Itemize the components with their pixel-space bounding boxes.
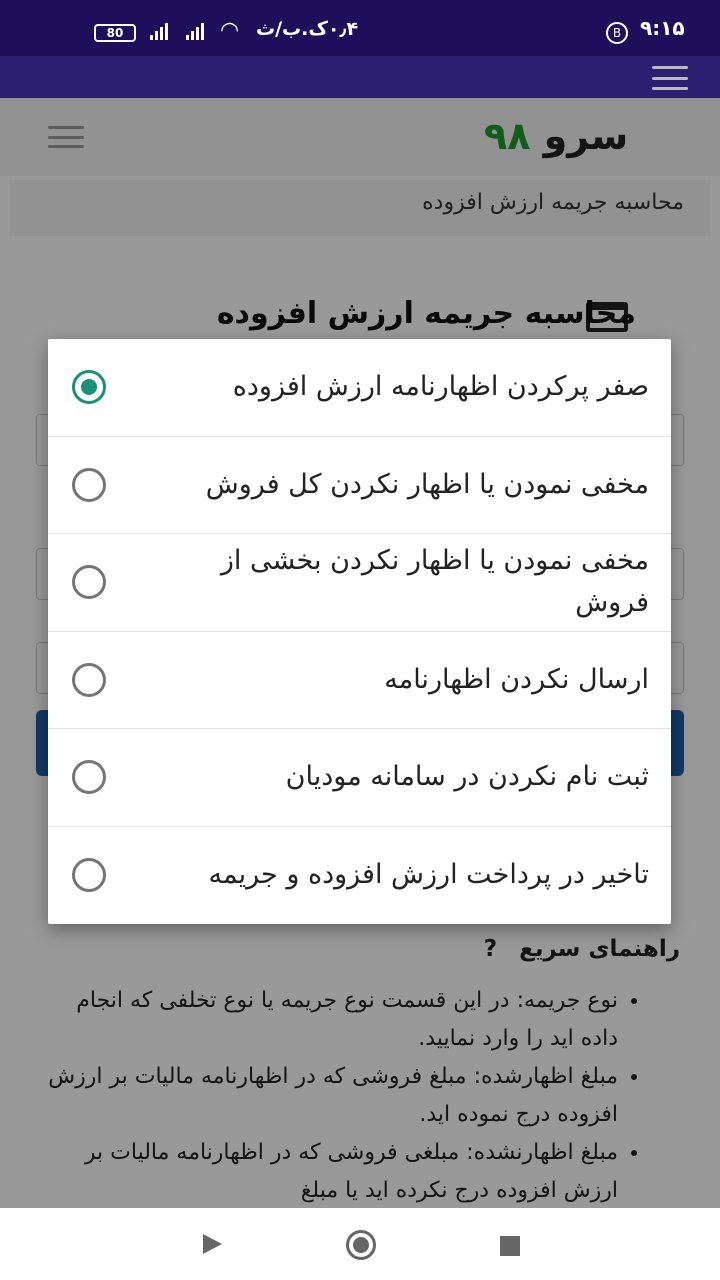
option-late-payment[interactable]: تاخیر در پرداخت ارزش افزوده و جریمه <box>48 827 671 925</box>
option-hide-part-sales[interactable]: مخفی نمودن یا اظهار نکردن بخشی از فروش <box>48 534 671 632</box>
radio-icon[interactable] <box>72 565 106 600</box>
radio-icon[interactable] <box>72 858 106 893</box>
app-bar <box>0 56 720 98</box>
recents-icon[interactable] <box>500 1236 520 1256</box>
app-menu-icon[interactable] <box>652 66 688 90</box>
option-no-filing[interactable]: ارسال نکردن اظهارنامه <box>48 632 671 729</box>
option-label: ارسال نکردن اظهارنامه <box>384 663 649 695</box>
penalty-type-dialog: صفر پرکردن اظهارنامه ارزش افزوده مخفی نم… <box>48 339 671 924</box>
back-icon[interactable] <box>203 1234 222 1254</box>
home-icon[interactable] <box>346 1230 376 1260</box>
signal-icon-1 <box>186 22 204 40</box>
radio-icon[interactable] <box>72 760 106 795</box>
option-label: صفر پرکردن اظهارنامه ارزش افزوده <box>232 371 649 403</box>
option-label: مخفی نمودن یا اظهار نکردن کل فروش <box>205 468 649 500</box>
option-label: تاخیر در پرداخت ارزش افزوده و جریمه <box>208 859 649 891</box>
radio-icon[interactable] <box>72 662 106 697</box>
option-hide-all-sales[interactable]: مخفی نمودن یا اظهار نکردن کل فروش <box>48 437 671 534</box>
status-bar: ۹:۱۵ B ۰٫۴ک.ب/ث ◠ 80 <box>0 0 720 56</box>
network-speed: ۰٫۴ک.ب/ث <box>256 18 359 40</box>
system-nav-bar <box>0 1208 720 1280</box>
radio-icon[interactable] <box>72 467 106 502</box>
signal-icon-2 <box>150 22 168 40</box>
status-time: ۹:۱۵ <box>640 16 685 40</box>
radio-selected-icon[interactable] <box>72 370 106 405</box>
b-notification-icon: B <box>606 22 628 44</box>
battery-icon: 80 <box>94 24 136 42</box>
option-label: مخفی نمودن یا اظهار نکردن بخشی از فروش <box>220 545 649 619</box>
option-zero-filing[interactable]: صفر پرکردن اظهارنامه ارزش افزوده <box>48 339 671 437</box>
wifi-icon: ◠ <box>220 18 240 43</box>
option-label: ثبت نام نکردن در سامانه مودیان <box>285 761 649 793</box>
option-no-registration[interactable]: ثبت نام نکردن در سامانه مودیان <box>48 729 671 827</box>
